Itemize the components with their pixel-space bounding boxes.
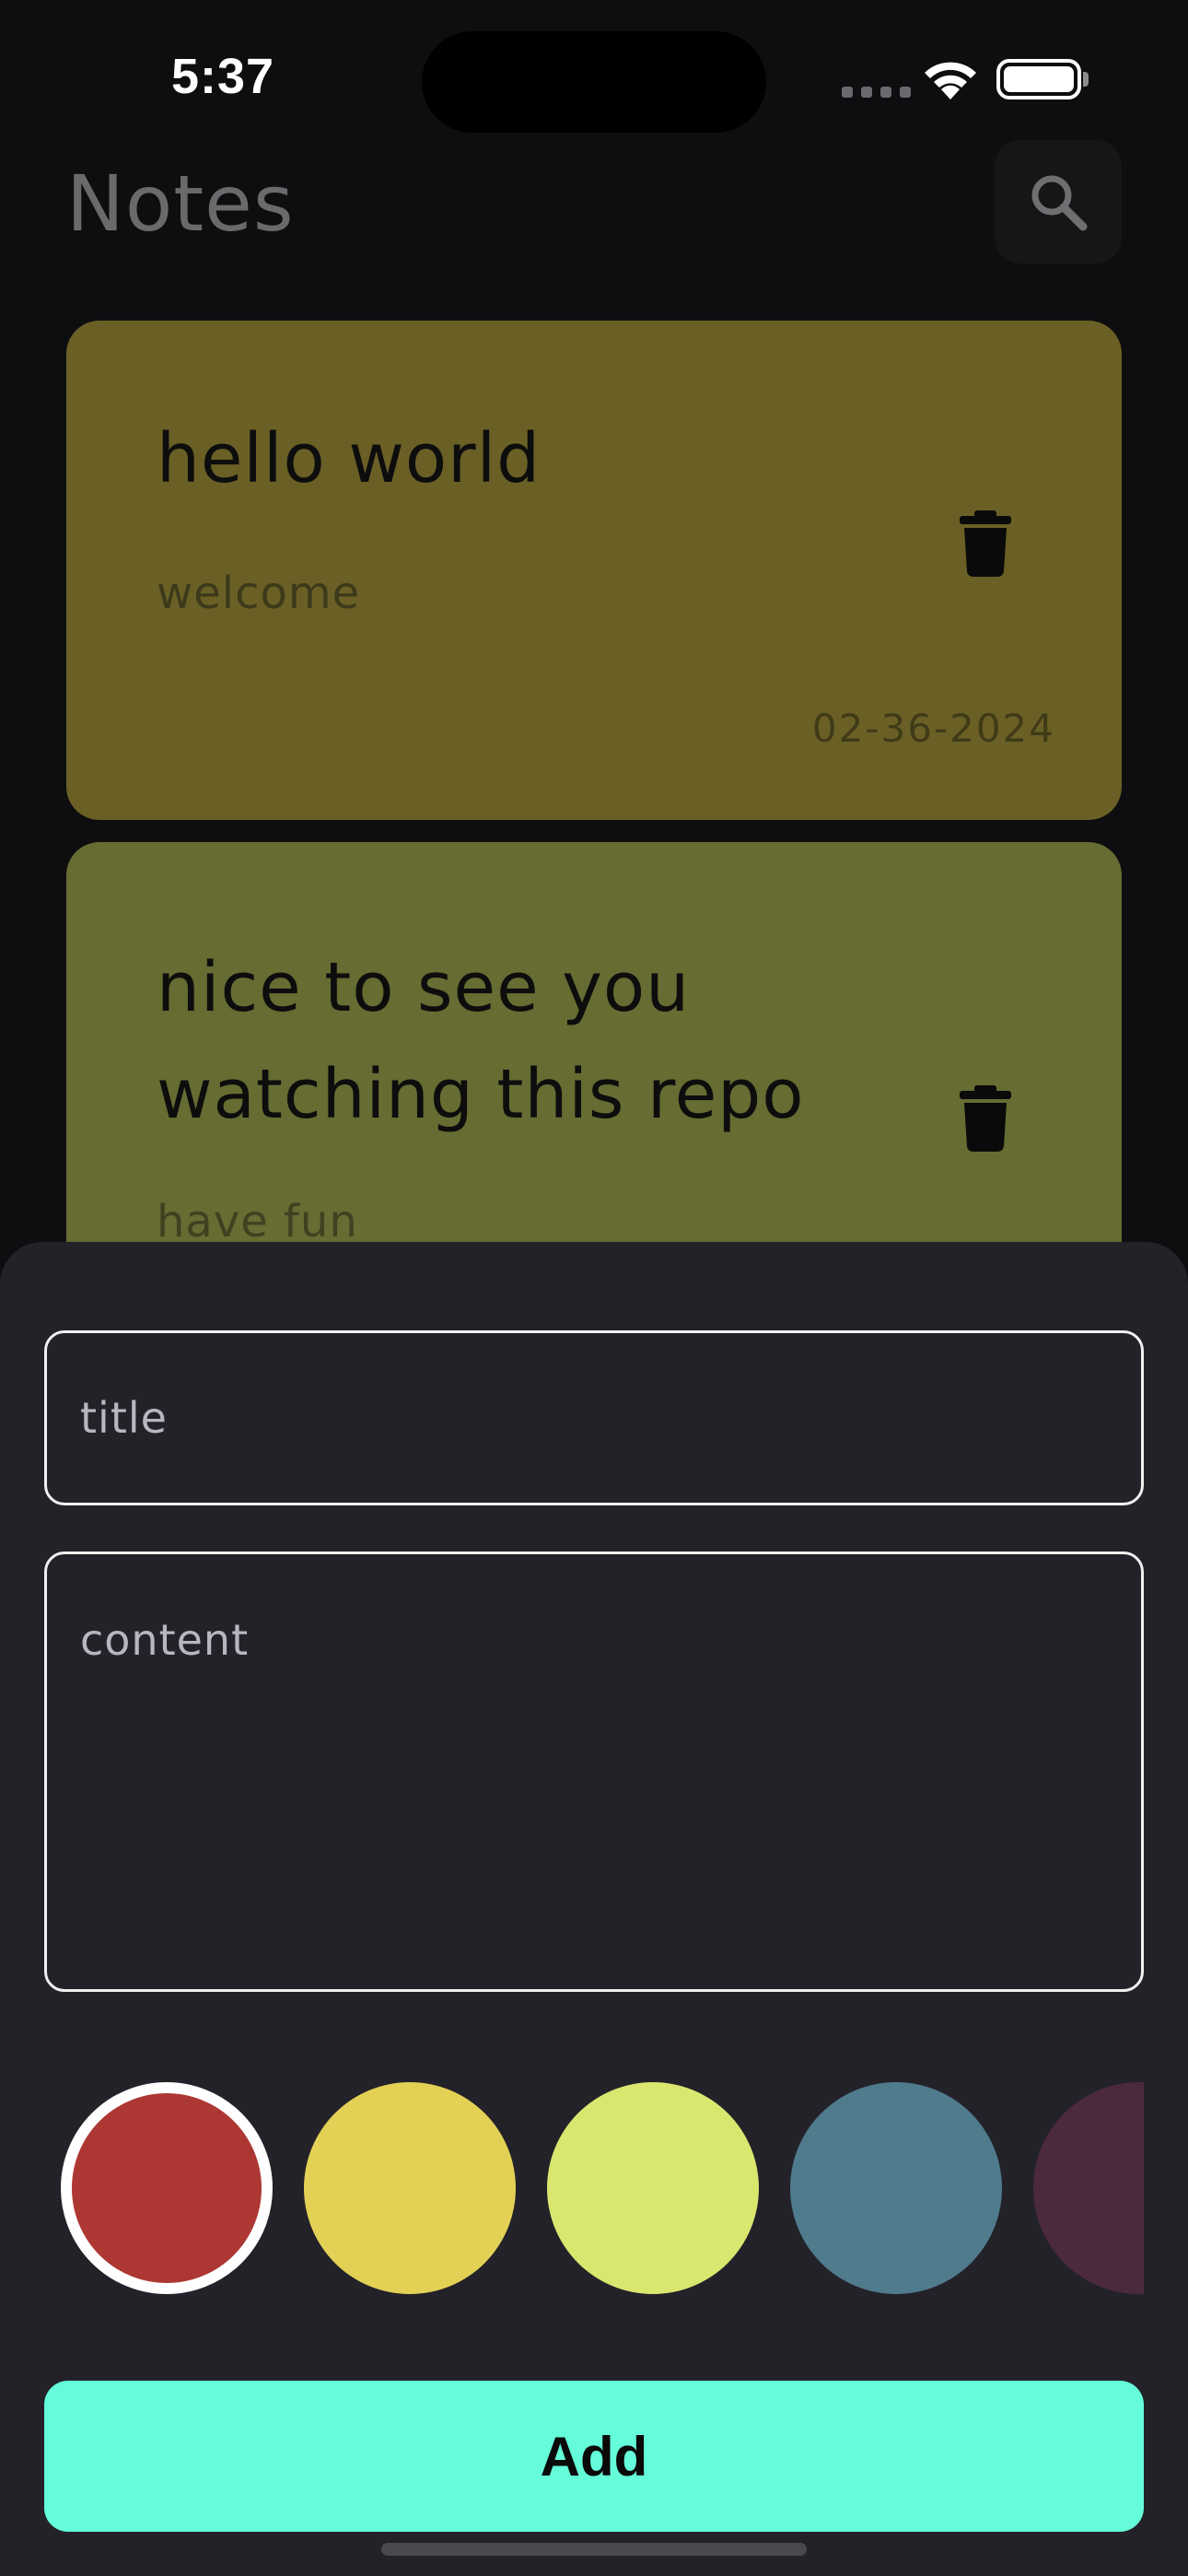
- note-title: hello world: [157, 419, 542, 498]
- page-title: Notes: [66, 158, 295, 249]
- note-title: nice to see you watching this repo: [157, 948, 805, 1134]
- search-icon: [1031, 175, 1088, 231]
- note-date: 02-36-2024: [811, 706, 1055, 751]
- home-indicator: [381, 2543, 807, 2556]
- color-swatch-plum[interactable]: [1033, 2082, 1144, 2294]
- dynamic-island: [422, 31, 766, 133]
- note-card[interactable]: hello world welcome 02-36-2024: [66, 321, 1122, 820]
- color-swatch-lime[interactable]: [547, 2082, 759, 2294]
- content-input[interactable]: content: [44, 1551, 1144, 1992]
- color-swatch-yellow[interactable]: [304, 2082, 516, 2294]
- status-time: 5:37: [171, 49, 275, 104]
- cellular-signal-icon: [842, 87, 911, 98]
- content-placeholder: content: [80, 1615, 250, 1665]
- title-input[interactable]: title: [44, 1330, 1144, 1505]
- wifi-icon: [925, 62, 976, 100]
- trash-icon[interactable]: [960, 1085, 1011, 1152]
- color-swatch-red[interactable]: [61, 2082, 273, 2294]
- color-swatch-blue[interactable]: [790, 2082, 1002, 2294]
- trash-icon[interactable]: [960, 510, 1011, 577]
- note-content: welcome: [157, 568, 361, 619]
- color-picker: [61, 2082, 1144, 2296]
- add-button[interactable]: Add: [44, 2381, 1144, 2532]
- note-content: have fun: [157, 1196, 358, 1247]
- add-note-sheet: title content Add: [0, 1242, 1188, 2576]
- battery-icon: [996, 59, 1081, 100]
- search-button[interactable]: [995, 140, 1122, 263]
- notes-screen: 5:37 Notes hello world welcome 02-36-202…: [0, 0, 1188, 2576]
- battery-cap: [1083, 72, 1089, 87]
- title-placeholder: title: [80, 1393, 168, 1443]
